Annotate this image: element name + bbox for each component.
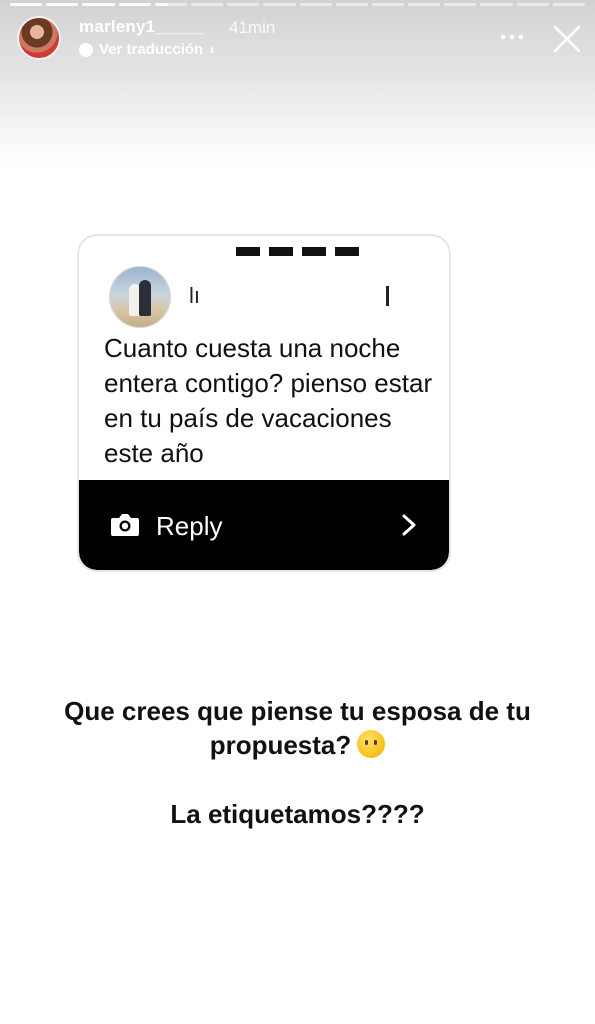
card-redaction-area	[206, 236, 392, 262]
story-progress-bar	[10, 3, 585, 6]
caption-question-text: Que crees que piense tu esposa de tu pro…	[64, 696, 531, 760]
progress-segment	[154, 3, 187, 6]
redaction-bar	[335, 247, 359, 256]
progress-segment	[335, 3, 368, 6]
question-card: lı Cuanto cuesta una noche entera contig…	[79, 236, 449, 570]
progress-segment	[227, 3, 260, 6]
progress-segment	[118, 3, 151, 6]
progress-segment	[10, 3, 43, 6]
reply-label: Reply	[156, 511, 223, 541]
thinking-face-icon	[357, 730, 386, 758]
close-icon[interactable]	[551, 23, 583, 55]
progress-segment	[190, 3, 224, 6]
progress-segment	[444, 3, 477, 6]
more-icon[interactable]	[499, 24, 525, 50]
redaction-bar	[302, 247, 326, 256]
username-redaction-edge	[386, 286, 389, 306]
progress-segment	[82, 3, 115, 6]
progress-segment	[480, 3, 513, 6]
caption-question: Que crees que piense tu esposa de tu pro…	[0, 694, 595, 762]
caption-tag: La etiquetamos????	[170, 799, 425, 829]
reply-bar[interactable]: Reply	[79, 480, 449, 570]
camera-icon	[111, 514, 139, 536]
redaction-bar	[269, 247, 293, 256]
progress-segment	[263, 3, 296, 6]
post-time: 41min	[229, 18, 276, 37]
translate-icon	[79, 42, 93, 57]
chevron-right-icon	[402, 514, 416, 536]
progress-segment	[299, 3, 332, 6]
avatar[interactable]	[17, 16, 61, 60]
username[interactable]: marleny1_____	[79, 17, 204, 37]
sender-username: lı	[189, 283, 200, 308]
chevron-right-small-icon: ›	[209, 41, 215, 58]
redaction-bar	[236, 247, 260, 256]
progress-segment	[371, 3, 405, 6]
progress-segment	[46, 3, 79, 6]
translate-label: Ver traducción	[99, 41, 204, 58]
sender-avatar	[109, 266, 171, 328]
progress-segment	[552, 3, 585, 6]
translate-link[interactable]: Ver traducción ›	[79, 41, 214, 58]
progress-segment	[516, 3, 549, 6]
message-text: Cuanto cuesta una noche entera contigo? …	[104, 333, 433, 468]
progress-segment	[408, 3, 441, 6]
